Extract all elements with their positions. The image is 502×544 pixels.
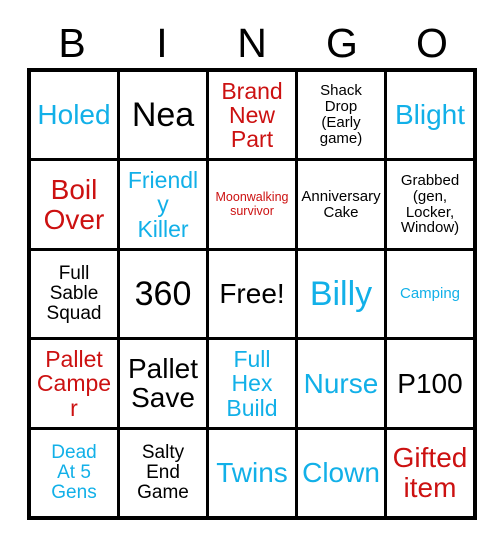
bingo-cell-r4-c5[interactable]: P100 [387,340,473,427]
bingo-cell-label: Anniversary Cake [301,187,381,221]
bingo-card: B I N G O Holed Nea Brand New Part Shack Dr… [0,0,502,544]
bingo-cell-r1-c4[interactable]: Shack Drop (Early game) [298,72,384,159]
bingo-cell-label: Camping [399,285,461,303]
bingo-cell-label: Boil Over [43,173,105,235]
bingo-cell-label: Brand New Part [221,77,283,153]
bingo-cell-r5-c5[interactable]: Gifted item [387,429,473,516]
bingo-cell-label: Dead At 5 Gens [51,441,97,503]
bingo-cell-r1-c2[interactable]: Nea [120,72,206,159]
bingo-cell-label: Friendly Killer [127,167,199,242]
bingo-header-letter-n: N [237,19,267,66]
bingo-cell-label: Gifted item [392,442,468,503]
bingo-cell-label: Shack Drop (Early game) [319,82,363,148]
bingo-cell-label: Clown [302,456,380,488]
bingo-cell-label: Nurse [303,367,379,399]
bingo-cell-r3-c1[interactable]: Full Sable Squad [31,250,117,338]
bingo-cell-r2-c2[interactable]: Friendly Killer [120,161,206,248]
bingo-cell-label: Pallet Save [127,352,199,414]
bingo-cell-r2-c3[interactable]: Moonwalking survivor [209,161,295,248]
bingo-cell-label: 360 [134,274,192,313]
bingo-cell-label: Twins [216,456,288,488]
bingo-cell-r2-c5[interactable]: Grabbed (gen, Locker, Window) [387,161,473,248]
bingo-cell-label: Salty End Game [137,441,189,503]
bingo-cell-r4-c2[interactable]: Pallet Save [120,340,206,427]
bingo-cell-label: Nea [131,96,195,135]
bingo-cell-label: P100 [397,367,463,399]
bingo-cell-r3-c2[interactable]: 360 [120,250,206,338]
bingo-header-letter-o: O [416,19,448,66]
bingo-cell-r4-c4[interactable]: Nurse [298,340,384,427]
bingo-header-letter-g: G [326,19,358,66]
bingo-cell-r1-c3[interactable]: Brand New Part [209,72,295,159]
bingo-cell-label: Free! [219,278,285,310]
bingo-cell-r4-c1[interactable]: Pallet Camper [31,340,117,427]
bingo-cell-r3-c4[interactable]: Billy [298,250,384,338]
bingo-cell-r5-c1[interactable]: Dead At 5 Gens [31,429,117,516]
bingo-cell-r4-c3[interactable]: Full Hex Build [209,340,295,427]
bingo-cell-r5-c3[interactable]: Twins [209,429,295,516]
bingo-cell-label: Blight [394,99,466,131]
bingo-cell-r1-c1[interactable]: Holed [31,72,117,159]
bingo-header-letter-i: I [156,19,168,66]
bingo-cell-r5-c4[interactable]: Clown [298,429,384,516]
bingo-cell-label: Holed [37,99,111,131]
bingo-grid: Holed Nea Brand New Part Shack Drop (Early … [27,68,477,520]
bingo-cell-label: Grabbed (gen, Locker, Window) [400,171,460,237]
bingo-cell-r2-c1[interactable]: Boil Over [31,161,117,248]
bingo-header-row: B I N G O [27,18,477,68]
bingo-cell-label: Full Hex Build [226,345,278,421]
bingo-cell-label: Full Sable Squad [46,262,102,325]
bingo-cell-label: Billy [309,274,373,313]
bingo-cell-r1-c5[interactable]: Blight [387,72,473,159]
bingo-cell-r3-c3[interactable]: Free! [209,250,295,338]
bingo-header-letter-b: B [58,19,86,66]
bingo-cell-r2-c4[interactable]: Anniversary Cake [298,161,384,248]
bingo-cell-label: Pallet Camper [36,345,112,421]
bingo-cell-label: Moonwalking survivor [215,190,289,218]
bingo-cell-r3-c5[interactable]: Camping [387,250,473,338]
bingo-cell-r5-c2[interactable]: Salty End Game [120,429,206,516]
